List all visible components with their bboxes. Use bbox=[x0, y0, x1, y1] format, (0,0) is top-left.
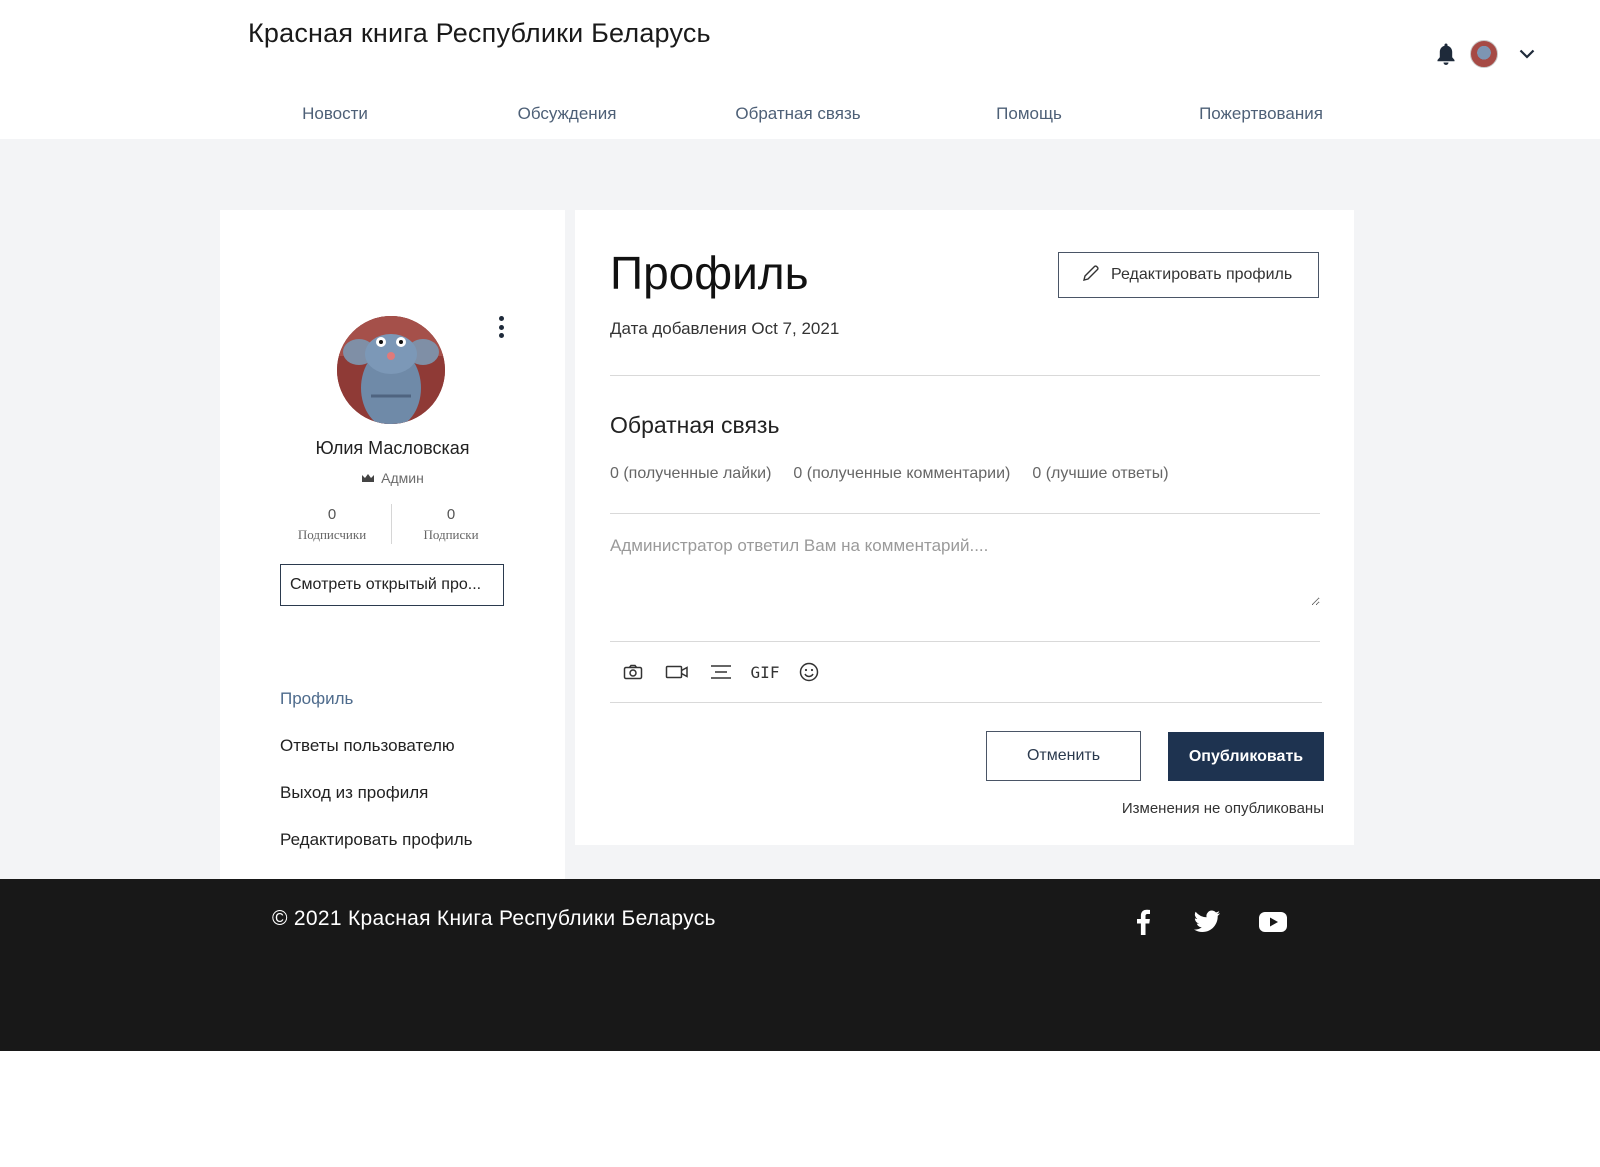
publish-button[interactable]: Опубликовать bbox=[1168, 732, 1324, 781]
sidebar-item-replies[interactable]: Ответы пользователю bbox=[280, 736, 455, 756]
site-title[interactable]: Красная книга Республики Беларусь bbox=[248, 18, 711, 49]
comment-input[interactable] bbox=[610, 536, 1320, 606]
nav-item-discussions[interactable]: Обсуждения bbox=[518, 104, 617, 124]
chevron-down-icon[interactable] bbox=[1516, 43, 1538, 65]
video-icon[interactable] bbox=[664, 660, 690, 684]
divider bbox=[610, 702, 1322, 703]
facebook-icon[interactable] bbox=[1126, 905, 1160, 939]
cancel-button[interactable]: Отменить bbox=[986, 731, 1141, 781]
followers-label: Подписчики bbox=[297, 527, 367, 542]
divider bbox=[610, 641, 1320, 642]
date-added: Дата добавления Oct 7, 2021 bbox=[610, 319, 839, 339]
emoji-icon[interactable] bbox=[796, 660, 822, 684]
pencil-icon bbox=[1081, 263, 1101, 288]
gif-icon[interactable]: GIF bbox=[751, 660, 780, 684]
site-footer bbox=[0, 879, 1600, 1051]
date-added-label: Дата добавления bbox=[610, 319, 747, 338]
profile-avatar bbox=[337, 316, 445, 424]
page-title: Профиль bbox=[610, 247, 809, 299]
crown-icon bbox=[361, 470, 375, 486]
comment-toolbar: GIF bbox=[620, 660, 822, 684]
header-actions bbox=[1434, 40, 1538, 68]
youtube-icon[interactable] bbox=[1256, 905, 1290, 939]
following-count: 0 bbox=[446, 506, 456, 523]
view-public-profile-button[interactable]: Смотреть открытый про... bbox=[280, 564, 504, 606]
site-header: Красная книга Республики Беларусь Новост… bbox=[0, 0, 1600, 139]
likes-stat: 0 (полученные лайки) bbox=[610, 465, 772, 482]
nav-item-help[interactable]: Помощь bbox=[996, 104, 1062, 124]
sidebar-item-logout[interactable]: Выход из профиля bbox=[280, 783, 428, 803]
sidebar-item-edit-profile[interactable]: Редактировать профиль bbox=[280, 830, 473, 850]
nav-item-donations[interactable]: Пожертвования bbox=[1199, 104, 1323, 124]
feedback-stats: 0 (полученные лайки) 0 (полученные комме… bbox=[610, 465, 1169, 483]
feedback-section-title: Обратная связь bbox=[610, 412, 780, 438]
twitter-icon[interactable] bbox=[1190, 905, 1224, 939]
camera-icon[interactable] bbox=[620, 660, 646, 684]
edit-profile-button[interactable]: Редактировать профиль bbox=[1058, 252, 1319, 298]
best-answers-stat: 0 (лучшие ответы) bbox=[1032, 465, 1169, 482]
divider bbox=[610, 513, 1320, 514]
copyright-text: © 2021 Красная Книга Республики Беларусь bbox=[272, 907, 716, 930]
stats-divider bbox=[391, 504, 392, 544]
nav-item-news[interactable]: Новости bbox=[302, 104, 368, 124]
avatar[interactable] bbox=[1470, 40, 1498, 68]
divider bbox=[610, 375, 1320, 376]
followers-count: 0 bbox=[327, 506, 337, 523]
divider-icon[interactable] bbox=[708, 660, 734, 684]
date-added-value: Oct 7, 2021 bbox=[751, 319, 840, 338]
following-label: Подписки bbox=[423, 527, 479, 542]
comments-stat: 0 (полученные комментарии) bbox=[793, 465, 1011, 482]
bell-icon[interactable] bbox=[1434, 41, 1458, 67]
more-options-icon[interactable] bbox=[496, 316, 506, 338]
followers-stat[interactable]: 0 Подписчики bbox=[282, 506, 382, 543]
sidebar-item-profile[interactable]: Профиль bbox=[280, 689, 353, 709]
user-role: Админ bbox=[220, 470, 565, 486]
main-nav: Новости Обсуждения Обратная связь Помощь… bbox=[0, 98, 1600, 132]
role-label: Админ bbox=[381, 470, 424, 486]
user-name: Юлия Масловская bbox=[315, 438, 470, 458]
profile-sidebar-card bbox=[220, 210, 565, 879]
following-stat[interactable]: 0 Подписки bbox=[401, 506, 501, 543]
edit-profile-label: Редактировать профиль bbox=[1111, 266, 1293, 283]
nav-item-feedback[interactable]: Обратная связь bbox=[735, 104, 860, 124]
unpublished-note: Изменения не опубликованы bbox=[1121, 800, 1324, 817]
